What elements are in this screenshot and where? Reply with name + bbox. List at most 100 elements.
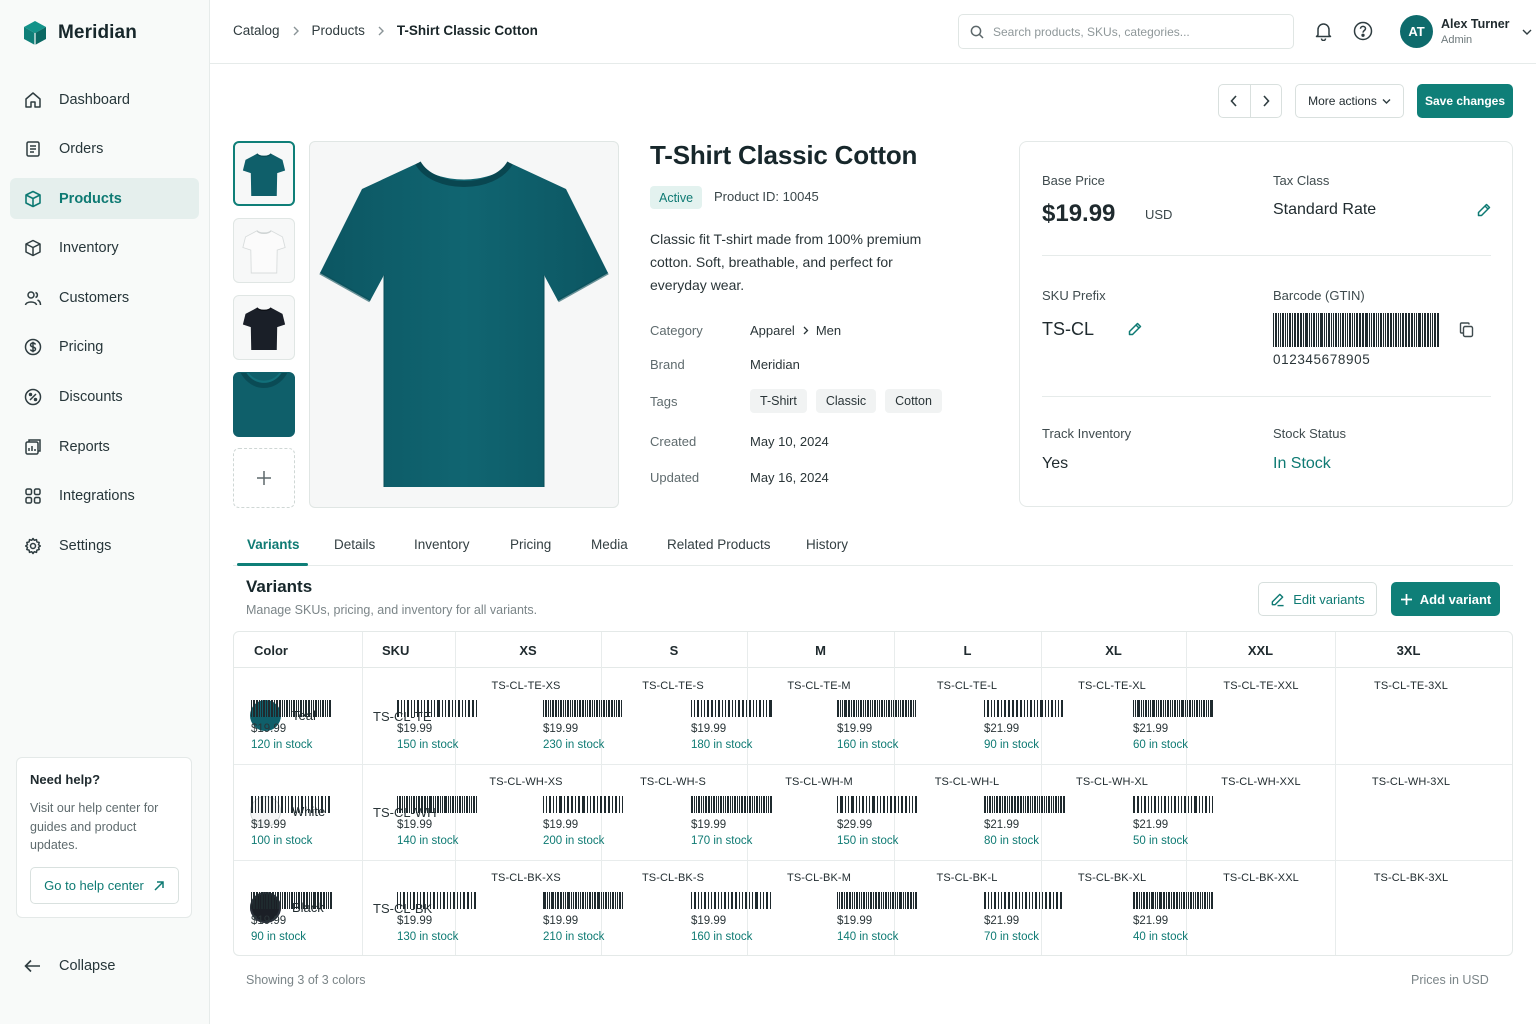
breadcrumb-products[interactable]: Products [312, 23, 365, 38]
breadcrumb-catalog[interactable]: Catalog [233, 23, 280, 38]
tab-inventory[interactable]: Inventory [414, 537, 470, 552]
sidebar-item-customers[interactable]: Customers [10, 277, 199, 318]
barcode-bar [1362, 313, 1364, 347]
column-header-xl[interactable]: XL [1041, 643, 1186, 658]
collapse-button[interactable]: Collapse [24, 958, 115, 974]
barcode-bar [472, 700, 474, 717]
barcode-bar [317, 892, 319, 909]
barcode-image [984, 892, 1062, 909]
tag-chip[interactable]: Cotton [885, 389, 942, 413]
barcode-bar [1137, 700, 1140, 717]
previous-button[interactable] [1219, 85, 1251, 117]
next-button[interactable] [1251, 85, 1282, 117]
divider [1042, 255, 1491, 256]
category-parent[interactable]: Apparel [750, 323, 795, 338]
variant-stock: 90 in stock [984, 739, 1039, 751]
barcode-bar [582, 796, 585, 813]
barcode-bar [730, 796, 731, 813]
barcode-bar [424, 796, 426, 813]
barcode-bar [842, 700, 843, 717]
help-center-button[interactable]: Go to help center [30, 867, 179, 904]
barcode-bar [913, 892, 914, 909]
barcode-bar [291, 700, 292, 717]
tags-list: T-Shirt Classic Cotton [750, 389, 944, 413]
category-child[interactable]: Men [816, 323, 841, 338]
sidebar-item-settings[interactable]: Settings [10, 525, 199, 566]
edit-tax-class-icon[interactable] [1476, 202, 1492, 218]
add-image-button[interactable] [233, 448, 295, 508]
save-button[interactable]: Save changes [1417, 84, 1513, 118]
barcode-bar [1390, 313, 1392, 347]
tab-media[interactable]: Media [591, 537, 628, 552]
barcode-bar [255, 796, 256, 813]
column-header-xs[interactable]: XS [455, 643, 601, 658]
sidebar-item-reports[interactable]: Reports [10, 426, 199, 467]
barcode-bar [1211, 892, 1213, 909]
tab-related-products[interactable]: Related Products [667, 537, 771, 552]
tab-pricing[interactable]: Pricing [510, 537, 551, 552]
variant-price: $19.99 [691, 819, 727, 831]
pricing-info-card: Base Price $19.99 USD Tax Class Standard… [1019, 141, 1513, 507]
tab-history[interactable]: History [806, 537, 848, 552]
barcode-bar [289, 700, 290, 717]
barcode-bar [550, 700, 551, 717]
main-product-image[interactable] [309, 141, 619, 508]
column-header-xxl[interactable]: XXL [1186, 643, 1335, 658]
sidebar-item-dashboard[interactable]: Dashboard [10, 79, 199, 120]
barcode-bar [282, 892, 283, 909]
barcode-bar [474, 892, 476, 909]
thumbnail-black[interactable] [233, 295, 295, 360]
table-row[interactable]: Teal TS-CL-TE TS-CL-TE-XS $19.99 120 in stoc… [234, 668, 1512, 764]
bell-icon[interactable] [1314, 21, 1333, 41]
barcode-bar [1287, 313, 1288, 347]
breadcrumb-current: T-Shirt Classic Cotton [396, 23, 538, 38]
brand[interactable]: Meridian [22, 20, 137, 46]
created-label: Created [650, 434, 697, 449]
table-row[interactable]: BlackTS-CL-BKTS-CL-BK-XS$19.9990 in stoc… [234, 860, 1512, 955]
column-header-m[interactable]: M [747, 643, 894, 658]
tag-chip[interactable]: T-Shirt [750, 389, 807, 413]
edit-variants-button[interactable]: Edit variants [1258, 582, 1377, 616]
tab-variants[interactable]: Variants [247, 537, 300, 552]
barcode-bar [1168, 892, 1170, 909]
table-row[interactable]: White TS-CL-WH TS-CL-WH-XS $19.99 100 in sto… [234, 764, 1512, 860]
barcode-bar [694, 892, 696, 909]
barcode-bar [1294, 313, 1296, 347]
column-header-sku[interactable]: SKU [382, 643, 409, 658]
barcode-bar [1371, 313, 1372, 347]
thumbnail-fabric-detail[interactable] [233, 372, 295, 437]
copy-icon[interactable] [1459, 322, 1474, 338]
barcode-bar [1046, 796, 1047, 813]
column-header-3xl[interactable]: 3XL [1335, 643, 1482, 658]
barcode-bar [605, 892, 607, 909]
edit-sku-prefix-icon[interactable] [1127, 321, 1143, 337]
barcode-bar [989, 796, 991, 813]
more-actions-button[interactable]: More actions [1295, 84, 1404, 118]
thumbnail-white[interactable] [233, 218, 295, 283]
sidebar-item-pricing[interactable]: Pricing [10, 327, 199, 368]
add-variant-button[interactable]: Add variant [1391, 582, 1500, 616]
sidebar-item-orders[interactable]: Orders [10, 129, 199, 170]
barcode-bar [1324, 313, 1325, 347]
barcode-bar [705, 796, 707, 813]
column-header-l[interactable]: L [894, 643, 1041, 658]
barcode-bar [1045, 700, 1046, 717]
user-menu[interactable]: AT Alex Turner Admin [1400, 15, 1532, 48]
variant-stock: 130 in stock [397, 931, 459, 943]
variant-sku: TS-CL-TE-XXL [1223, 680, 1299, 692]
help-icon[interactable] [1353, 21, 1373, 41]
tag-chip[interactable]: Classic [815, 389, 877, 413]
column-header-s[interactable]: S [601, 643, 747, 658]
column-header-color[interactable]: Color [254, 643, 288, 658]
tab-details[interactable]: Details [334, 537, 375, 552]
sidebar-item-products[interactable]: Products [10, 178, 199, 220]
barcode-bar [859, 892, 860, 909]
search-input[interactable] [993, 24, 1273, 39]
sidebar-item-discounts[interactable]: Discounts [10, 377, 199, 418]
barcode-image [1273, 313, 1443, 347]
barcode-bar [467, 892, 469, 909]
thumbnail-teal[interactable] [233, 141, 295, 206]
sidebar-item-integrations[interactable]: Integrations [10, 476, 199, 517]
barcode-bar [870, 892, 872, 909]
sidebar-item-inventory[interactable]: Inventory [10, 228, 199, 269]
